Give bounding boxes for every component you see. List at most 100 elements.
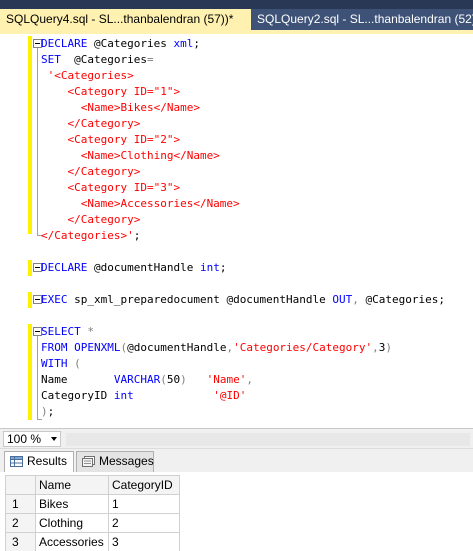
code-line[interactable]: SET @Categories=	[41, 52, 473, 68]
zoom-dropdown[interactable]: 100 %	[3, 431, 61, 447]
sql-code[interactable]: DECLARE @Categories xml; SET @Categories=…	[41, 36, 473, 420]
code-token: ;	[47, 405, 55, 418]
code-token: int	[113, 389, 134, 402]
code-token: ;	[193, 37, 200, 50]
code-line[interactable]: FROM OPENXML(@documentHandle,'Categories…	[41, 340, 473, 356]
code-line[interactable]: <Category ID="1">	[41, 84, 473, 100]
tab-messages[interactable]: Messages	[76, 451, 154, 472]
code-token: Name	[41, 373, 114, 386]
code-line[interactable]: <Name>Accessories</Name>	[41, 196, 473, 212]
code-token: @Categories	[74, 53, 147, 66]
tab-sqlquery4[interactable]: SQLQuery4.sql - SL...thanbalendran (57))…	[0, 9, 251, 30]
code-line[interactable]	[41, 244, 473, 260]
grid-cell[interactable]: Accessories	[35, 532, 109, 551]
code-line[interactable]: </Category>	[41, 212, 473, 228]
editor-gutter	[0, 34, 28, 428]
code-line[interactable]: EXEC sp_xml_preparedocument @documentHan…	[41, 292, 473, 308]
row-number[interactable]: 3	[5, 532, 36, 551]
code-token: 'Name'	[206, 373, 247, 386]
code-line[interactable]: CategoryID int '@ID'	[41, 388, 473, 404]
column-header-name[interactable]: Name	[35, 475, 109, 495]
code-line[interactable]: </Category>	[41, 116, 473, 132]
code-token: @documentHandle	[93, 261, 200, 274]
results-grid[interactable]: Name CategoryID 1 Bikes 1 2 Clothing 2 3…	[5, 475, 180, 551]
code-token: ;	[133, 229, 141, 242]
code-token: =	[146, 53, 154, 66]
code-line[interactable]: </Category>	[41, 164, 473, 180]
code-token: @Categories	[93, 37, 174, 50]
grid-cell[interactable]: Clothing	[35, 513, 109, 533]
code-token: 50	[166, 373, 181, 386]
table-row[interactable]: 3 Accessories 3	[5, 532, 180, 551]
code-token: CategoryID	[41, 389, 114, 402]
code-token: @Categories;	[358, 293, 445, 306]
grid-cell[interactable]: Bikes	[35, 494, 109, 514]
code-token: (	[74, 357, 81, 370]
code-line[interactable]: <Name>Clothing</Name>	[41, 148, 473, 164]
messages-icon	[82, 456, 95, 467]
code-token: (	[160, 373, 167, 386]
zoom-value: 100 %	[7, 432, 42, 446]
grid-corner[interactable]	[5, 475, 36, 495]
results-tab-strip: Results Messages	[0, 448, 473, 472]
column-header-categoryid[interactable]: CategoryID	[108, 475, 180, 495]
code-line[interactable]	[41, 276, 473, 292]
code-token: )	[180, 373, 187, 386]
row-number[interactable]: 1	[5, 494, 36, 514]
code-token: *	[87, 325, 94, 338]
code-token: int	[199, 261, 220, 274]
grid-cell[interactable]: 1	[108, 494, 180, 514]
query-editor[interactable]: DECLARE @Categories xml; SET @Categories=…	[0, 34, 473, 428]
code-token: </Categories>'	[41, 229, 134, 242]
code-token: <Category ID="1">	[41, 85, 181, 98]
code-line[interactable]: Name VARCHAR(50) 'Name',	[41, 372, 473, 388]
code-token: WITH	[41, 357, 75, 370]
code-token: DECLARE	[41, 261, 94, 274]
code-token: </Category>	[41, 213, 141, 226]
code-line[interactable]	[41, 308, 473, 324]
horizontal-scrollbar[interactable]	[66, 433, 470, 446]
code-token: SELECT	[41, 325, 88, 338]
grid-cell[interactable]: 2	[108, 513, 180, 533]
tab-sqlquery2[interactable]: SQLQuery2.sql - SL...thanbalendran (52))	[251, 9, 473, 30]
code-token: '<Categories>	[41, 69, 134, 82]
code-line[interactable]: SELECT *	[41, 324, 473, 340]
code-token: ,	[246, 373, 253, 386]
code-token: OUT	[332, 293, 353, 306]
code-token: xml	[173, 37, 194, 50]
tab-results[interactable]: Results	[4, 451, 74, 472]
code-line[interactable]: );	[41, 404, 473, 420]
code-line[interactable]: <Category ID="3">	[41, 180, 473, 196]
table-row[interactable]: 1 Bikes 1	[5, 494, 180, 514]
code-line[interactable]: </Categories>';	[41, 228, 473, 244]
code-token: SET	[41, 53, 75, 66]
chevron-down-icon	[51, 437, 57, 441]
grid-header-row: Name CategoryID	[5, 475, 180, 495]
code-token: DECLARE	[41, 37, 94, 50]
code-line[interactable]: WITH (	[41, 356, 473, 372]
code-line[interactable]: DECLARE @Categories xml;	[41, 36, 473, 52]
code-token: </Category>	[41, 117, 141, 130]
grid-cell[interactable]: 3	[108, 532, 180, 551]
grid-icon	[10, 456, 23, 467]
code-token: 'Categories/Category'	[233, 341, 373, 354]
code-token: ;	[219, 261, 227, 274]
code-line[interactable]: <Category ID="2">	[41, 132, 473, 148]
code-token: )	[385, 341, 393, 354]
code-token: sp_xml_preparedocument @documentHandle	[74, 293, 333, 306]
row-number[interactable]: 2	[5, 513, 36, 533]
code-token: '@ID'	[213, 389, 247, 402]
code-line[interactable]: <Name>Bikes</Name>	[41, 100, 473, 116]
code-token: <Name>Bikes</Name>	[41, 101, 200, 114]
code-token: )	[41, 405, 48, 418]
code-token: ,	[372, 341, 379, 354]
code-line[interactable]: DECLARE @documentHandle int;	[41, 260, 473, 276]
table-row[interactable]: 2 Clothing 2	[5, 513, 180, 533]
code-token: @documentHandle	[127, 341, 227, 354]
tab-messages-label: Messages	[99, 454, 154, 468]
code-token: ,	[352, 293, 359, 306]
document-tab-strip: SQLQuery4.sql - SL...thanbalendran (57))…	[0, 0, 473, 30]
code-line[interactable]: '<Categories>	[41, 68, 473, 84]
